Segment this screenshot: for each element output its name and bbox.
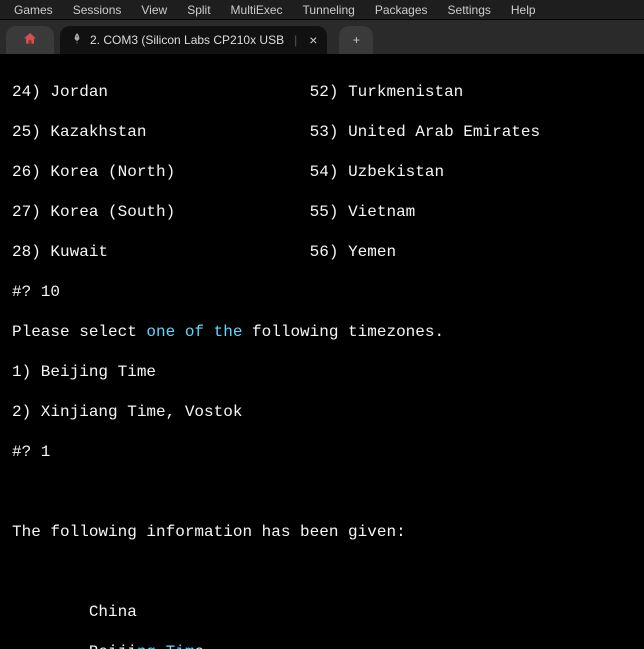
menu-help[interactable]: Help [501, 1, 546, 19]
country-56: 56) Yemen [310, 243, 396, 261]
info-given: The following information has been given… [12, 523, 406, 541]
info-bj-hl: ng Tim [137, 643, 195, 649]
prompt-country: #? 10 [12, 283, 60, 301]
menu-view[interactable]: View [131, 1, 177, 19]
tab-close-icon[interactable]: × [309, 32, 317, 48]
menu-sessions[interactable]: Sessions [63, 1, 132, 19]
country-28: 28) Kuwait [12, 243, 108, 261]
country-53: 53) United Arab Emirates [310, 123, 540, 141]
menu-tunneling[interactable]: Tunneling [293, 1, 365, 19]
select-tz-prefix: Please select [12, 323, 146, 341]
country-52: 52) Turkmenistan [310, 83, 464, 101]
home-icon [22, 31, 38, 50]
select-tz-hl: one of the [146, 323, 242, 341]
menu-split[interactable]: Split [177, 1, 220, 19]
terminal[interactable]: 24) Jordan 52) Turkmenistan 25) Kazakhst… [0, 54, 644, 649]
select-tz-suffix: following timezones. [242, 323, 444, 341]
spacer [108, 243, 310, 261]
spacer [175, 163, 309, 181]
menu-packages[interactable]: Packages [365, 1, 438, 19]
menu-multiexec[interactable]: MultiExec [221, 1, 293, 19]
tab-home[interactable] [6, 26, 54, 54]
country-27: 27) Korea (South) [12, 203, 175, 221]
country-55: 55) Vietnam [310, 203, 416, 221]
spacer [146, 123, 309, 141]
rocket-icon [70, 32, 84, 49]
country-54: 54) Uzbekistan [310, 163, 444, 181]
tab-active[interactable]: 2. COM3 (Silicon Labs CP210x USB | × [60, 26, 327, 54]
tab-label: 2. COM3 (Silicon Labs CP210x USB [90, 33, 284, 47]
info-bj-suffix: e [194, 643, 204, 649]
menu-games[interactable]: Games [4, 1, 63, 19]
country-24: 24) Jordan [12, 83, 108, 101]
menubar: Games Sessions View Split MultiExec Tunn… [0, 0, 644, 20]
spacer [175, 203, 309, 221]
tab-new[interactable]: + [339, 26, 373, 54]
country-26: 26) Korea (North) [12, 163, 175, 181]
tab-divider: | [294, 33, 297, 47]
tz-option-2: 2) Xinjiang Time, Vostok [12, 403, 242, 421]
info-bj-prefix: Beiji [12, 643, 137, 649]
plus-icon: + [353, 33, 360, 47]
spacer [108, 83, 310, 101]
prompt-tz: #? 1 [12, 443, 50, 461]
info-china: China [12, 603, 137, 621]
menu-settings[interactable]: Settings [438, 1, 501, 19]
tz-option-1: 1) Beijing Time [12, 363, 156, 381]
tabbar: 2. COM3 (Silicon Labs CP210x USB | × + [0, 20, 644, 54]
country-25: 25) Kazakhstan [12, 123, 146, 141]
